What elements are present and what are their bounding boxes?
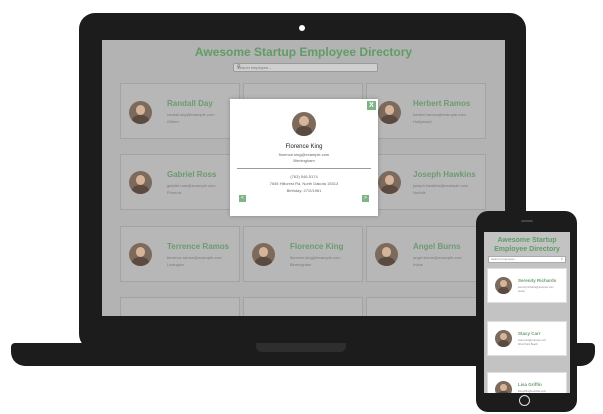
employee-email: herbert.ramos@example.com bbox=[413, 112, 466, 117]
employee-card[interactable]: Gabriel Ross gabriel.ross@example.com Ph… bbox=[120, 154, 240, 210]
modal-divider bbox=[237, 168, 371, 169]
page-title: Awesome Startup Employee Directory bbox=[194, 45, 413, 59]
phone-speaker bbox=[521, 220, 533, 222]
employee-card[interactable]: Randall Day randall.day@example.com Gilb… bbox=[120, 83, 240, 139]
employee-city: Norfolk bbox=[413, 190, 426, 195]
avatar bbox=[129, 101, 152, 124]
employee-city: Irvine bbox=[413, 262, 423, 267]
employee-email: serenity.richards@example.com bbox=[518, 286, 554, 289]
avatar bbox=[252, 243, 275, 266]
avatar bbox=[375, 243, 398, 266]
employee-modal: X Florence King florence.king@example.co… bbox=[230, 99, 378, 216]
modal-address: 7645 Hillcrest Rd, North Dakota 15313 bbox=[269, 181, 339, 186]
employee-email: gabriel.ross@example.com bbox=[167, 183, 216, 188]
employee-card[interactable]: Florence King florence.king@example.com … bbox=[243, 226, 363, 282]
modal-city: Birmingham bbox=[293, 158, 315, 163]
employee-name: Angel Burns bbox=[413, 242, 461, 251]
employee-email: randall.day@example.com bbox=[167, 112, 215, 117]
employee-name: Terrence Ramos bbox=[167, 242, 230, 251]
employee-email: stacy.carr@example.com bbox=[518, 339, 547, 342]
employee-email: lisa.griffin@example.com bbox=[518, 390, 546, 393]
employee-city: Lexington bbox=[167, 262, 185, 267]
avatar bbox=[378, 101, 401, 124]
employee-name: Joseph Hawkins bbox=[413, 170, 476, 179]
employee-city: Hollywood bbox=[413, 119, 432, 124]
phone-home-button[interactable] bbox=[519, 395, 530, 406]
magnifier-icon[interactable]: ⚲ bbox=[237, 64, 374, 71]
avatar bbox=[495, 330, 512, 347]
employee-city: Birmingham bbox=[290, 262, 312, 267]
employee-email: terrence.ramos@example.com bbox=[167, 255, 222, 260]
employee-name: Stacy Carr bbox=[518, 331, 541, 336]
phone-search-input[interactable]: Search employee... ⚲ bbox=[488, 256, 566, 263]
phone-page-title: Awesome Startup Employee Directory bbox=[494, 237, 560, 253]
close-button[interactable]: X bbox=[367, 101, 376, 110]
magnifier-icon[interactable]: ⚲ bbox=[561, 256, 563, 262]
avatar bbox=[378, 171, 401, 194]
modal-email: florence.king@example.com bbox=[278, 152, 330, 157]
employee-city: West Palm Beach bbox=[518, 343, 538, 346]
employee-card[interactable]: Stacy Carr stacy.carr@example.com West P… bbox=[487, 321, 567, 356]
phone-screen: Awesome Startup Employee Directory Searc… bbox=[484, 232, 570, 393]
employee-name: Herbert Ramos bbox=[413, 99, 471, 108]
employee-card[interactable]: Lisa Griffin lisa.griffin@example.com bbox=[487, 372, 567, 393]
employee-city: Austin bbox=[518, 290, 525, 293]
employee-city: Phoenix bbox=[167, 190, 182, 195]
modal-avatar bbox=[292, 112, 316, 136]
employee-card[interactable]: Herbert Ramos herbert.ramos@example.com … bbox=[366, 83, 486, 139]
employee-name: Florence King bbox=[290, 242, 344, 251]
employee-email: florence.king@example.com bbox=[290, 255, 341, 260]
laptop-screen: Awesome Startup Employee Directory Searc… bbox=[102, 40, 505, 316]
employee-card[interactable]: Serenity Richards serenity.richards@exam… bbox=[487, 268, 567, 303]
search-input[interactable]: Search employee... ⚲ bbox=[233, 63, 378, 72]
employee-email: angel.burns@example.com bbox=[413, 255, 462, 260]
phone-search-placeholder: Search employee... bbox=[491, 257, 517, 261]
avatar bbox=[495, 381, 512, 393]
employee-city: Gilbert bbox=[167, 119, 179, 124]
employee-name: Serenity Richards bbox=[518, 278, 557, 283]
next-button[interactable]: > bbox=[362, 195, 369, 202]
employee-email: joseph.hawkins@example.com bbox=[413, 183, 469, 188]
employee-card[interactable] bbox=[366, 297, 486, 316]
employee-card[interactable]: Terrence Ramos terrence.ramos@example.co… bbox=[120, 226, 240, 282]
avatar bbox=[129, 243, 152, 266]
laptop-camera bbox=[299, 25, 305, 31]
employee-card[interactable] bbox=[243, 297, 363, 316]
avatar bbox=[495, 277, 512, 294]
modal-birthday: Birthday: 27/2/1961 bbox=[286, 188, 322, 193]
modal-phone: (763) 546-5174 bbox=[290, 174, 318, 179]
employee-name: Lisa Griffin bbox=[518, 382, 542, 387]
employee-name: Gabriel Ross bbox=[167, 170, 217, 179]
avatar bbox=[129, 171, 152, 194]
employee-card[interactable] bbox=[120, 297, 240, 316]
prev-button[interactable]: < bbox=[239, 195, 246, 202]
employee-name: Randall Day bbox=[167, 99, 213, 108]
laptop-hinge-notch bbox=[256, 343, 346, 352]
employee-card[interactable]: Angel Burns angel.burns@example.com Irvi… bbox=[366, 226, 486, 282]
employee-card[interactable]: Joseph Hawkins joseph.hawkins@example.co… bbox=[366, 154, 486, 210]
modal-name: Florence King bbox=[285, 144, 323, 150]
